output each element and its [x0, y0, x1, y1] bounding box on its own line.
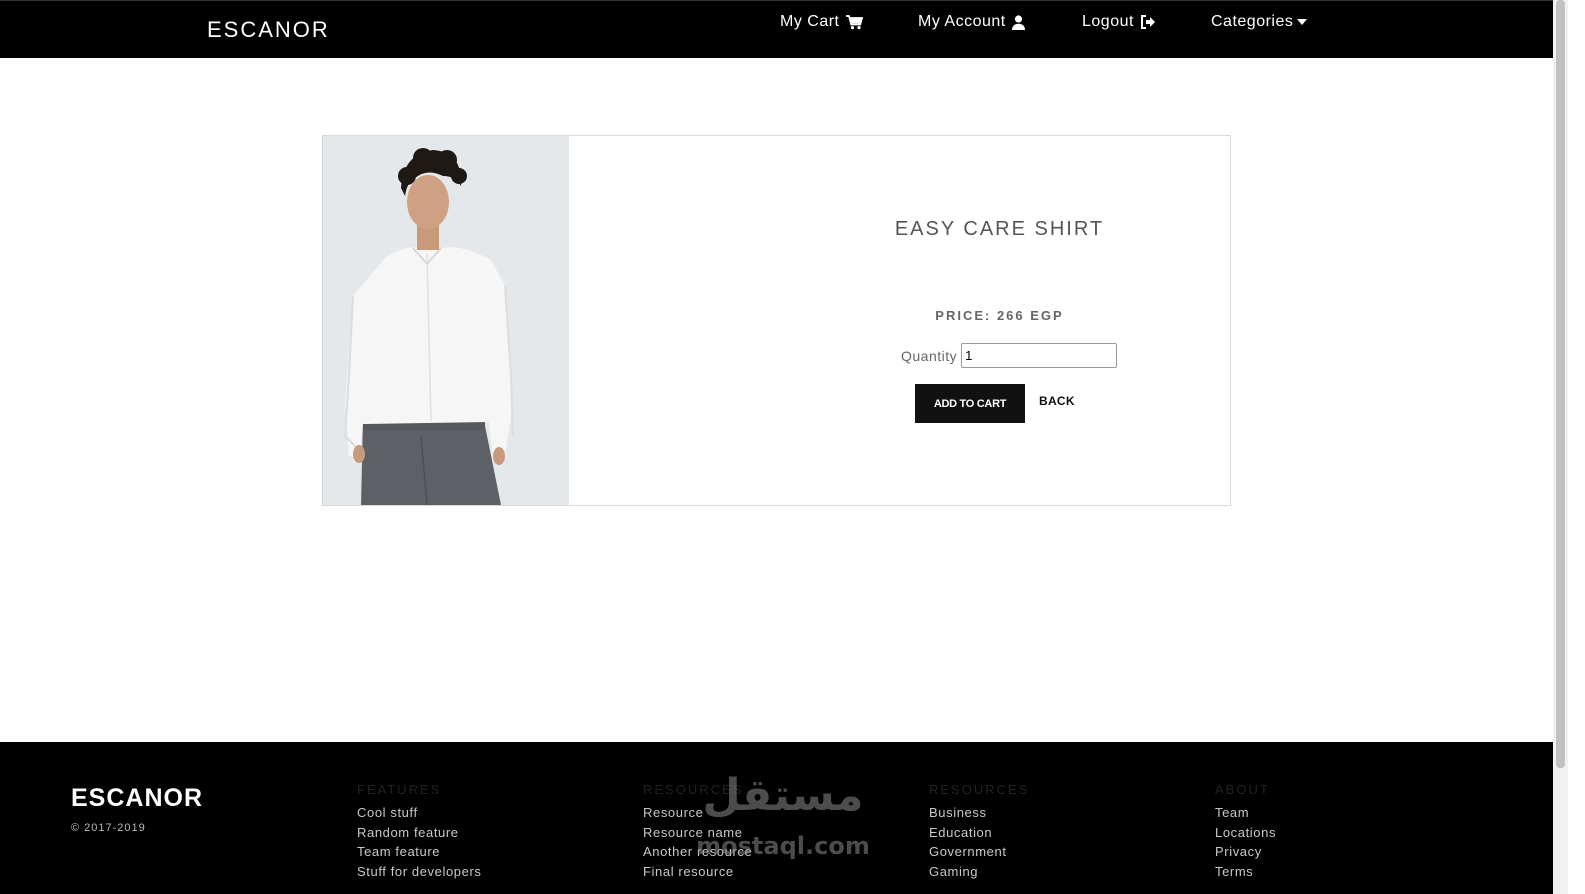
brand-logo[interactable]: ESCANOR — [207, 17, 330, 43]
footer-column-about: ABOUT Team Locations Privacy Terms — [1215, 782, 1276, 881]
footer-heading: FEATURES — [357, 782, 442, 797]
product-price: PRICE: 266 EGP — [935, 308, 1064, 323]
back-button[interactable]: BACK — [1039, 394, 1075, 408]
product-title: EASY CARE SHIRT — [894, 218, 1105, 240]
nav-my-account[interactable]: My Account — [918, 13, 1025, 31]
footer-link[interactable]: Final resource — [643, 862, 752, 882]
nav-logout[interactable]: Logout — [1082, 13, 1156, 31]
nav-my-cart-label: My Cart — [780, 13, 840, 30]
nav-categories-label: Categories — [1211, 13, 1294, 30]
product-details: EASY CARE SHIRT PRICE: 266 EGP Quantity … — [569, 136, 1230, 505]
footer-link[interactable]: Random feature — [357, 823, 482, 843]
nav-my-cart[interactable]: My Cart — [780, 13, 863, 31]
footer-link[interactable]: Government — [929, 842, 1029, 862]
footer-link[interactable]: Terms — [1215, 862, 1276, 882]
footer-link[interactable]: Gaming — [929, 862, 1029, 882]
caret-down-icon — [1297, 19, 1308, 25]
footer-column-resources: RESOURCES Resource Resource name Another… — [643, 782, 752, 881]
add-to-cart-button[interactable]: ADD TO CART — [915, 384, 1025, 423]
quantity-label: Quantity — [901, 347, 958, 364]
product-photo-shirt-icon — [323, 136, 569, 505]
footer-link[interactable]: Team feature — [357, 842, 482, 862]
footer-copyright: © 2017-2019 — [71, 822, 146, 834]
product-image[interactable] — [323, 136, 569, 505]
site-footer: ESCANOR © 2017-2019 FEATURES Cool stuff … — [0, 742, 1553, 894]
scrollbar-thumb[interactable] — [1556, 0, 1565, 768]
quantity-input[interactable] — [961, 343, 1118, 368]
footer-column-features: FEATURES Cool stuff Random feature Team … — [357, 782, 482, 881]
footer-link[interactable]: Resource — [643, 803, 752, 823]
user-icon — [1011, 14, 1025, 30]
footer-link[interactable]: Cool stuff — [357, 803, 482, 823]
footer-brand: ESCANOR — [71, 784, 204, 812]
quantity-row: Quantity — [901, 343, 1118, 368]
vertical-scrollbar[interactable] — [1553, 0, 1568, 894]
top-navbar: ESCANOR My Cart My Account Logout Catego… — [0, 0, 1553, 58]
footer-link[interactable]: Team — [1215, 803, 1276, 823]
sign-out-icon — [1140, 15, 1155, 29]
footer-heading: ABOUT — [1215, 782, 1270, 797]
footer-link[interactable]: Stuff for developers — [357, 862, 482, 882]
nav-logout-label: Logout — [1082, 13, 1134, 30]
footer-heading: RESOURCES — [929, 782, 1030, 797]
footer-link[interactable]: Business — [929, 803, 1029, 823]
footer-link[interactable]: Resource name — [643, 823, 752, 843]
nav-my-account-label: My Account — [918, 13, 1006, 30]
right-margin — [1568, 0, 1585, 894]
footer-link[interactable]: Locations — [1215, 823, 1276, 843]
footer-link[interactable]: Education — [929, 823, 1029, 843]
footer-link[interactable]: Privacy — [1215, 842, 1276, 862]
shopping-cart-icon — [845, 14, 863, 29]
footer-heading: RESOURCES — [643, 782, 744, 797]
nav-categories-dropdown[interactable]: Categories — [1211, 13, 1308, 31]
footer-column-resources-2: RESOURCES Business Education Government … — [929, 782, 1029, 881]
footer-link[interactable]: Another resource — [643, 842, 752, 862]
product-card: EASY CARE SHIRT PRICE: 266 EGP Quantity … — [322, 135, 1231, 506]
